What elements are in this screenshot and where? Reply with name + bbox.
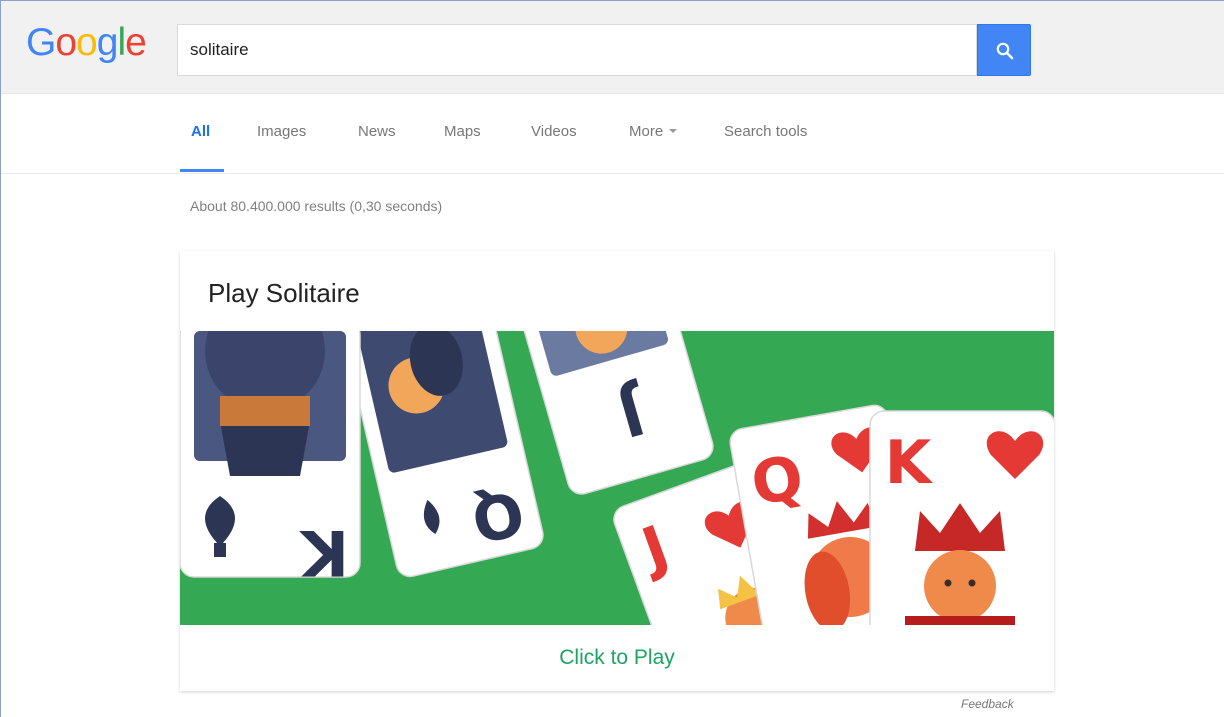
- svg-text:K: K: [299, 516, 349, 589]
- solitaire-game-card: Play Solitaire J Q K J Q K Click to Play: [180, 251, 1054, 691]
- search-results-page: Google All Images News Maps Videos More …: [0, 0, 1224, 717]
- chevron-down-icon: [669, 129, 678, 134]
- logo-letter: e: [125, 21, 147, 64]
- tab-all[interactable]: All: [191, 123, 210, 140]
- logo-letter: g: [96, 21, 119, 64]
- google-logo[interactable]: Google: [26, 21, 147, 64]
- card-king-spades: K: [180, 331, 361, 589]
- tab-search-tools[interactable]: Search tools: [724, 123, 807, 140]
- tab-more[interactable]: More: [629, 123, 678, 140]
- logo-letter: o: [55, 21, 77, 64]
- card-title: Play Solitaire: [208, 278, 360, 308]
- logo-letter: l: [117, 21, 126, 64]
- active-tab-indicator: [180, 169, 224, 172]
- logo-letter: o: [76, 21, 98, 64]
- search-icon: [996, 42, 1014, 60]
- result-stats: About 80.400.000 results (0,30 seconds): [190, 198, 443, 214]
- click-to-play-link[interactable]: Click to Play: [180, 625, 1054, 691]
- tab-more-label: More: [629, 123, 664, 140]
- search-input[interactable]: [190, 25, 950, 75]
- tab-news[interactable]: News: [358, 123, 396, 140]
- card-king-hearts: K: [869, 410, 1054, 625]
- tab-maps[interactable]: Maps: [444, 123, 481, 140]
- search-box[interactable]: [177, 24, 977, 76]
- solitaire-illustration: J Q K J Q K: [180, 331, 1054, 625]
- tab-images[interactable]: Images: [257, 123, 306, 140]
- solitaire-banner[interactable]: J Q K J Q K: [180, 331, 1054, 625]
- search-header: Google: [1, 1, 1224, 94]
- tab-videos[interactable]: Videos: [531, 123, 577, 140]
- search-button[interactable]: [977, 24, 1031, 76]
- search-tabs: All Images News Maps Videos More Search …: [1, 94, 1224, 174]
- svg-text:K: K: [885, 428, 934, 498]
- logo-letter: G: [26, 21, 56, 64]
- feedback-link[interactable]: Feedback: [961, 697, 1014, 711]
